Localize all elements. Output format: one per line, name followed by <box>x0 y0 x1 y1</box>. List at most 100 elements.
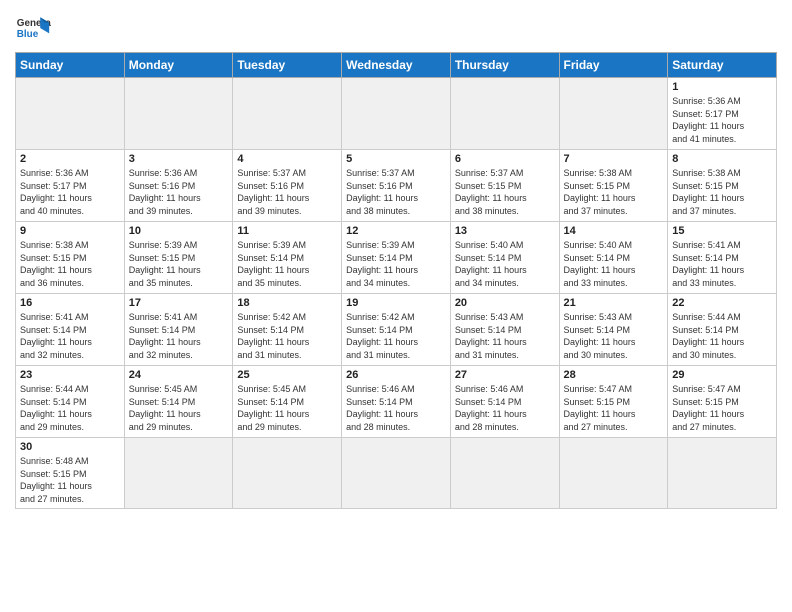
day-info: Sunrise: 5:40 AM Sunset: 5:14 PM Dayligh… <box>564 239 664 289</box>
calendar-cell: 22Sunrise: 5:44 AM Sunset: 5:14 PM Dayli… <box>668 294 777 366</box>
day-info: Sunrise: 5:39 AM Sunset: 5:15 PM Dayligh… <box>129 239 229 289</box>
calendar-cell: 4Sunrise: 5:37 AM Sunset: 5:16 PM Daylig… <box>233 150 342 222</box>
day-number: 30 <box>20 441 120 453</box>
calendar-cell: 26Sunrise: 5:46 AM Sunset: 5:14 PM Dayli… <box>342 366 451 438</box>
day-number: 5 <box>346 153 446 165</box>
calendar-cell: 11Sunrise: 5:39 AM Sunset: 5:14 PM Dayli… <box>233 222 342 294</box>
day-info: Sunrise: 5:46 AM Sunset: 5:14 PM Dayligh… <box>455 383 555 433</box>
calendar-cell: 10 Sunrise: 5:39 AM Sunset: 5:15 PM Dayli… <box>124 222 233 294</box>
calendar-cell <box>342 78 451 150</box>
calendar-row: 1 Sunrise: 5:36 AM Sunset: 5:17 PM Daylig… <box>16 78 777 150</box>
calendar-cell <box>233 78 342 150</box>
day-number: 4 <box>237 153 337 165</box>
calendar-cell <box>559 78 668 150</box>
day-info: Sunrise: 5:47 AM Sunset: 5:15 PM Dayligh… <box>672 383 772 433</box>
day-info: Sunrise: 5:44 AM Sunset: 5:14 PM Dayligh… <box>20 383 120 433</box>
weekday-header-row: SundayMondayTuesdayWednesdayThursdayFrid… <box>16 53 777 78</box>
calendar-cell <box>450 438 559 509</box>
calendar-cell: 18Sunrise: 5:42 AM Sunset: 5:14 PM Dayli… <box>233 294 342 366</box>
day-info: Sunrise: 5:36 AM Sunset: 5:17 PM Dayligh… <box>20 167 120 217</box>
day-number: 27 <box>455 369 555 381</box>
calendar-cell <box>450 78 559 150</box>
day-info: Sunrise: 5:38 AM Sunset: 5:15 PM Dayligh… <box>564 167 664 217</box>
day-number: 3 <box>129 153 229 165</box>
calendar-cell: 23 Sunrise: 5:44 AM Sunset: 5:14 PM Dayli… <box>16 366 125 438</box>
day-info: Sunrise: 5:38 AM Sunset: 5:15 PM Dayligh… <box>672 167 772 217</box>
calendar-cell: 16 Sunrise: 5:41 AM Sunset: 5:14 PM Dayli… <box>16 294 125 366</box>
weekday-monday: Monday <box>124 53 233 78</box>
day-info: Sunrise: 5:41 AM Sunset: 5:14 PM Dayligh… <box>672 239 772 289</box>
day-info: Sunrise: 5:37 AM Sunset: 5:15 PM Dayligh… <box>455 167 555 217</box>
day-info: Sunrise: 5:36 AM Sunset: 5:17 PM Dayligh… <box>672 95 772 145</box>
weekday-tuesday: Tuesday <box>233 53 342 78</box>
weekday-saturday: Saturday <box>668 53 777 78</box>
day-number: 7 <box>564 153 664 165</box>
day-number: 10 <box>129 225 229 237</box>
day-info: Sunrise: 5:43 AM Sunset: 5:14 PM Dayligh… <box>455 311 555 361</box>
calendar-cell: 24 Sunrise: 5:45 AM Sunset: 5:14 PM Dayli… <box>124 366 233 438</box>
day-number: 21 <box>564 297 664 309</box>
day-info: Sunrise: 5:47 AM Sunset: 5:15 PM Dayligh… <box>564 383 664 433</box>
calendar-cell: 7 Sunrise: 5:38 AM Sunset: 5:15 PM Daylig… <box>559 150 668 222</box>
page-header: General Blue <box>15 10 777 46</box>
day-info: Sunrise: 5:44 AM Sunset: 5:14 PM Dayligh… <box>672 311 772 361</box>
calendar-cell <box>124 78 233 150</box>
day-number: 23 <box>20 369 120 381</box>
day-info: Sunrise: 5:42 AM Sunset: 5:14 PM Dayligh… <box>237 311 337 361</box>
day-number: 24 <box>129 369 229 381</box>
calendar-row: 9Sunrise: 5:38 AM Sunset: 5:15 PM Daylig… <box>16 222 777 294</box>
calendar-cell <box>16 78 125 150</box>
calendar-cell: 25Sunrise: 5:45 AM Sunset: 5:14 PM Dayli… <box>233 366 342 438</box>
calendar-cell: 9Sunrise: 5:38 AM Sunset: 5:15 PM Daylig… <box>16 222 125 294</box>
weekday-sunday: Sunday <box>16 53 125 78</box>
calendar-cell: 1 Sunrise: 5:36 AM Sunset: 5:17 PM Daylig… <box>668 78 777 150</box>
day-info: Sunrise: 5:43 AM Sunset: 5:14 PM Dayligh… <box>564 311 664 361</box>
calendar-cell: 8 Sunrise: 5:38 AM Sunset: 5:15 PM Daylig… <box>668 150 777 222</box>
day-number: 12 <box>346 225 446 237</box>
day-number: 13 <box>455 225 555 237</box>
day-number: 28 <box>564 369 664 381</box>
calendar-row: 30 Sunrise: 5:48 AM Sunset: 5:15 PM Dayli… <box>16 438 777 509</box>
day-number: 26 <box>346 369 446 381</box>
calendar-row: 23 Sunrise: 5:44 AM Sunset: 5:14 PM Dayli… <box>16 366 777 438</box>
day-info: Sunrise: 5:36 AM Sunset: 5:16 PM Dayligh… <box>129 167 229 217</box>
day-info: Sunrise: 5:38 AM Sunset: 5:15 PM Dayligh… <box>20 239 120 289</box>
day-info: Sunrise: 5:40 AM Sunset: 5:14 PM Dayligh… <box>455 239 555 289</box>
calendar-cell: 20 Sunrise: 5:43 AM Sunset: 5:14 PM Dayli… <box>450 294 559 366</box>
calendar-cell: 21 Sunrise: 5:43 AM Sunset: 5:14 PM Dayli… <box>559 294 668 366</box>
day-number: 8 <box>672 153 772 165</box>
weekday-wednesday: Wednesday <box>342 53 451 78</box>
day-info: Sunrise: 5:48 AM Sunset: 5:15 PM Dayligh… <box>20 455 120 505</box>
calendar-cell: 13 Sunrise: 5:40 AM Sunset: 5:14 PM Dayli… <box>450 222 559 294</box>
day-info: Sunrise: 5:41 AM Sunset: 5:14 PM Dayligh… <box>129 311 229 361</box>
calendar-cell: 28 Sunrise: 5:47 AM Sunset: 5:15 PM Dayli… <box>559 366 668 438</box>
day-info: Sunrise: 5:39 AM Sunset: 5:14 PM Dayligh… <box>346 239 446 289</box>
calendar-cell: 30 Sunrise: 5:48 AM Sunset: 5:15 PM Dayli… <box>16 438 125 509</box>
weekday-thursday: Thursday <box>450 53 559 78</box>
calendar-cell: 14 Sunrise: 5:40 AM Sunset: 5:14 PM Dayli… <box>559 222 668 294</box>
day-number: 16 <box>20 297 120 309</box>
logo: General Blue <box>15 10 51 46</box>
calendar-cell: 19Sunrise: 5:42 AM Sunset: 5:14 PM Dayli… <box>342 294 451 366</box>
calendar-cell: 5 Sunrise: 5:37 AM Sunset: 5:16 PM Daylig… <box>342 150 451 222</box>
calendar-cell: 27 Sunrise: 5:46 AM Sunset: 5:14 PM Dayli… <box>450 366 559 438</box>
logo-icon: General Blue <box>15 10 51 46</box>
calendar-cell: 12 Sunrise: 5:39 AM Sunset: 5:14 PM Dayli… <box>342 222 451 294</box>
day-info: Sunrise: 5:45 AM Sunset: 5:14 PM Dayligh… <box>129 383 229 433</box>
day-number: 1 <box>672 81 772 93</box>
day-info: Sunrise: 5:37 AM Sunset: 5:16 PM Dayligh… <box>346 167 446 217</box>
calendar-cell: 15 Sunrise: 5:41 AM Sunset: 5:14 PM Dayli… <box>668 222 777 294</box>
day-number: 29 <box>672 369 772 381</box>
calendar-cell: 2Sunrise: 5:36 AM Sunset: 5:17 PM Daylig… <box>16 150 125 222</box>
calendar-table: SundayMondayTuesdayWednesdayThursdayFrid… <box>15 52 777 509</box>
day-info: Sunrise: 5:45 AM Sunset: 5:14 PM Dayligh… <box>237 383 337 433</box>
calendar-cell <box>124 438 233 509</box>
day-info: Sunrise: 5:41 AM Sunset: 5:14 PM Dayligh… <box>20 311 120 361</box>
day-number: 15 <box>672 225 772 237</box>
calendar-cell <box>668 438 777 509</box>
weekday-friday: Friday <box>559 53 668 78</box>
day-number: 14 <box>564 225 664 237</box>
day-number: 20 <box>455 297 555 309</box>
day-info: Sunrise: 5:42 AM Sunset: 5:14 PM Dayligh… <box>346 311 446 361</box>
day-number: 17 <box>129 297 229 309</box>
